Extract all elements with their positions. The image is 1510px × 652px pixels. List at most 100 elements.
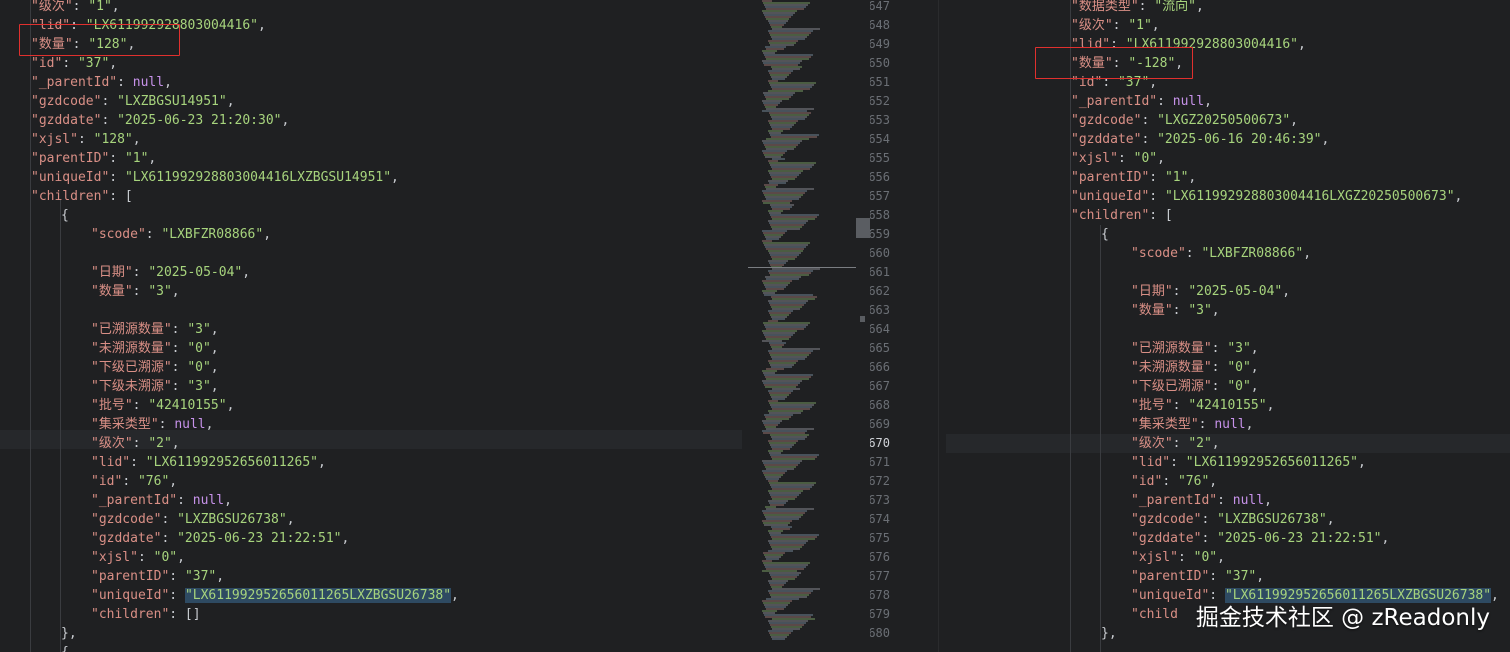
code-line[interactable]: }, xyxy=(61,624,77,643)
json-punct: , xyxy=(1211,436,1220,451)
code-line[interactable]: "数量": "3", xyxy=(1131,301,1220,320)
code-line[interactable]: "xjsl": "0", xyxy=(91,548,185,567)
json-punct: , xyxy=(1245,417,1254,432)
code-line[interactable]: "xjsl": "0", xyxy=(1131,548,1225,567)
minimap[interactable] xyxy=(742,0,870,652)
code-line[interactable]: "scode": "LXBFZR08866", xyxy=(91,225,271,244)
json-key: "已溯源数量" xyxy=(1131,341,1212,356)
json-punct: : xyxy=(1211,379,1228,394)
code-line[interactable]: "数量": "3", xyxy=(91,282,180,301)
json-punct: , xyxy=(226,94,235,109)
code-line[interactable]: "日期": "2025-05-04", xyxy=(1131,282,1290,301)
json-string: "流向" xyxy=(1154,0,1196,14)
json-punct: : xyxy=(1138,0,1155,14)
json-punct: : xyxy=(177,493,193,508)
json-punct: , xyxy=(164,75,172,90)
code-line[interactable]: "uniqueId": "LX611992928803004416LXGZ202… xyxy=(1071,187,1462,206)
code-line[interactable]: "gzddate": "2025-06-23 21:22:51", xyxy=(1131,529,1389,548)
code-line[interactable]: "_parentId": null, xyxy=(1071,92,1212,111)
code-line[interactable]: "scode": "LXBFZR08866", xyxy=(1131,244,1311,263)
json-string: "1" xyxy=(124,151,149,166)
json-punct: : xyxy=(101,113,118,128)
code-line[interactable]: "批号": "42410155", xyxy=(91,396,234,415)
code-line[interactable]: "下级未溯源": "3", xyxy=(91,377,219,396)
code-line[interactable]: "gzddate": "2025-06-23 21:20:30", xyxy=(31,111,289,130)
code-line[interactable]: "uniqueId": "LX611992928803004416LXZBGSU… xyxy=(31,168,399,187)
json-punct: : xyxy=(169,569,185,584)
code-line[interactable]: "未溯源数量": "0", xyxy=(91,339,219,358)
code-line[interactable]: "集采类型": null, xyxy=(91,415,213,434)
code-line[interactable]: "gzdcode": "LXGZ20250500673", xyxy=(1071,111,1298,130)
line-number: 1659 xyxy=(870,227,890,241)
code-line[interactable]: { xyxy=(61,206,69,225)
code-line[interactable]: "批号": "42410155", xyxy=(1131,396,1274,415)
json-key: "_parentId" xyxy=(31,75,118,90)
json-punct: , xyxy=(1151,18,1160,33)
code-line[interactable]: "已溯源数量": "3", xyxy=(91,320,219,339)
json-punct: : xyxy=(1162,474,1178,489)
code-line[interactable]: "parentID": "1", xyxy=(31,149,156,168)
code-line[interactable]: "级次": "2", xyxy=(91,434,180,453)
code-line[interactable]: "级次": "1", xyxy=(31,0,120,16)
code-line[interactable]: "id": "76", xyxy=(1131,472,1217,491)
json-punct: , xyxy=(177,550,185,565)
code-line[interactable]: "下级已溯源": "0", xyxy=(91,358,219,377)
code-line[interactable]: "parentID": "37", xyxy=(1131,567,1264,586)
json-key: "日期" xyxy=(91,265,133,280)
code-line[interactable]: "数据类型": "流向", xyxy=(1071,0,1204,16)
code-line[interactable]: "_parentId": null, xyxy=(1131,491,1272,510)
minimap-scroll-thumb[interactable] xyxy=(856,218,870,238)
code-line[interactable]: "级次": "1", xyxy=(1071,16,1160,35)
json-string: "LX611992952656011265LXZBGSU26738" xyxy=(184,588,452,603)
line-number: 1667 xyxy=(870,379,890,393)
code-line[interactable]: "gzdcode": "LXZBGSU14951", xyxy=(31,92,235,111)
code-line[interactable]: "child xyxy=(1131,605,1178,624)
json-key: "parentID" xyxy=(31,151,110,166)
code-line[interactable]: }, xyxy=(1101,624,1117,643)
code-line[interactable]: "children": [ xyxy=(31,187,133,206)
code-line[interactable]: "gzddate": "2025-06-23 21:22:51", xyxy=(91,529,349,548)
json-key: "已溯源数量" xyxy=(91,322,172,337)
json-string: "LXBFZR08866" xyxy=(1201,246,1304,261)
json-key: "gzddate" xyxy=(31,113,102,128)
line-number: 1663 xyxy=(870,303,890,317)
json-string: "76" xyxy=(137,474,170,489)
code-line[interactable]: "xjsl": "0", xyxy=(1071,149,1165,168)
code-line[interactable]: "children": [] xyxy=(91,605,201,624)
code-line[interactable]: "children": [ xyxy=(1071,206,1173,225)
line-number: 1651 xyxy=(870,75,890,89)
code-line[interactable]: "id": "76", xyxy=(91,472,177,491)
code-line[interactable]: "gzdcode": "LXZBGSU26738", xyxy=(91,510,295,529)
json-key: "id" xyxy=(91,474,123,489)
right-editor-pane[interactable]: 1647 1648 1649 1650 1651 1652 1653 1654 1655 1656… xyxy=(870,0,1510,652)
json-punct: : xyxy=(145,227,162,242)
code-line[interactable]: { xyxy=(1101,225,1109,244)
json-key: "级次" xyxy=(1071,18,1113,33)
code-line[interactable]: "parentID": "37", xyxy=(91,567,224,586)
code-line[interactable]: "xjsl": "128", xyxy=(31,130,141,149)
json-punct: , xyxy=(224,493,232,508)
code-line[interactable]: "下级已溯源": "0", xyxy=(1131,377,1259,396)
code-line[interactable]: "未溯源数量": "0", xyxy=(1131,358,1259,377)
code-line[interactable]: "已溯源数量": "3", xyxy=(1131,339,1259,358)
code-line[interactable]: "集采类型": null, xyxy=(1131,415,1253,434)
code-line[interactable]: "日期": "2025-05-04", xyxy=(91,263,250,282)
code-line[interactable]: "_parentId": null, xyxy=(91,491,232,510)
json-punct: , xyxy=(281,113,290,128)
code-line[interactable]: "lid": "LX611992952656011265", xyxy=(1131,453,1366,472)
json-punct: { xyxy=(1101,227,1109,242)
left-editor-pane[interactable]: "级次": "1", "lid": "LX611992928803004416",… xyxy=(0,0,742,652)
code-line[interactable]: "uniqueId": "LX611992952656011265LXZBGSU… xyxy=(91,586,459,605)
code-line[interactable]: "gzdcode": "LXZBGSU26738", xyxy=(1131,510,1335,529)
json-string: "LX611992928803004416LXZBGSU14951" xyxy=(124,170,392,185)
json-punct: : xyxy=(1185,246,1202,261)
code-line[interactable]: { xyxy=(61,643,69,652)
highlight-box-quantity xyxy=(1035,47,1193,79)
code-line[interactable]: "parentID": "1", xyxy=(1071,168,1196,187)
code-line[interactable]: "id": "37", xyxy=(31,54,117,73)
code-line[interactable]: "_parentId": null, xyxy=(31,73,172,92)
json-punct: : [ xyxy=(109,189,133,204)
code-line[interactable]: "gzddate": "2025-06-16 20:46:39", xyxy=(1071,130,1329,149)
code-line[interactable]: "lid": "LX611992952656011265", xyxy=(91,453,326,472)
code-line[interactable]: "级次": "2", xyxy=(1131,434,1220,453)
